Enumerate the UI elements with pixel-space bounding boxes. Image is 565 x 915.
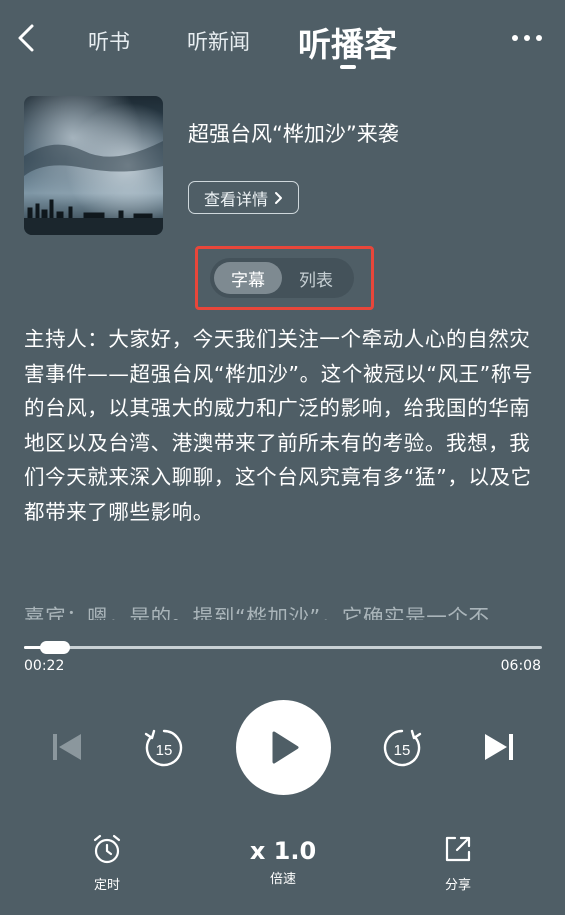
more-options-button[interactable] (512, 33, 552, 43)
share-label: 分享 (444, 878, 471, 893)
episode-cover-image (24, 96, 163, 235)
rewind-15-icon: 15 (144, 729, 183, 767)
back-arrow-icon (18, 24, 34, 52)
back-button[interactable] (12, 20, 42, 56)
rewind-15-button[interactable]: 15 (140, 724, 188, 772)
speed-label: 倍速 (269, 872, 296, 887)
more-dot-icon (524, 35, 530, 41)
speed-value: x 1.0 (249, 837, 317, 865)
total-time: 06:08 (500, 658, 541, 674)
skip-previous-icon (53, 734, 81, 760)
transcript-next: 嘉宾：嗯，是的。提到“桦加沙”，它确实是一个不 (24, 605, 490, 620)
podcast-player-screen: 听书 听新闻 听播客 超强台风“桦加沙”来袭 查看详情 字幕 列表 主持人：大家… (0, 0, 565, 915)
progress-thumb[interactable] (40, 641, 71, 654)
more-dot-icon (536, 35, 542, 41)
rewind-seconds: 15 (156, 742, 173, 759)
forward-15-icon: 15 (383, 729, 422, 767)
transcript-current: 主持人：大家好，今天我们关注一个牵动人心的自然灾害事件——超强台风“桦加沙”。这… (24, 327, 534, 524)
alarm-clock-icon (93, 834, 121, 864)
tab-audiobook[interactable]: 听书 (88, 26, 130, 56)
view-details-label: 查看详情 (204, 189, 269, 209)
share-button[interactable]: 分享 (418, 832, 498, 893)
forward-15-button[interactable]: 15 (378, 724, 426, 772)
skip-next-icon (485, 734, 513, 760)
play-button[interactable] (236, 700, 331, 795)
toggle-subtitles[interactable]: 字幕 (214, 262, 282, 294)
toggle-list[interactable]: 列表 (282, 262, 350, 294)
active-tab-indicator (340, 65, 356, 69)
share-icon (445, 836, 471, 862)
chevron-right-icon (275, 191, 283, 204)
play-icon (272, 731, 299, 764)
playback-speed-button[interactable]: x 1.0 倍速 (243, 836, 323, 887)
progress-track[interactable] (24, 646, 542, 649)
next-button[interactable] (482, 730, 516, 764)
previous-button[interactable] (50, 730, 84, 764)
tab-news[interactable]: 听新闻 (187, 26, 250, 56)
tab-podcast[interactable]: 听播客 (298, 18, 397, 66)
sleep-timer-button[interactable]: 定时 (67, 832, 147, 893)
view-mode-toggle: 字幕 列表 (210, 258, 354, 298)
episode-title: 超强台风“桦加沙”来袭 (188, 122, 399, 146)
view-details-button[interactable]: 查看详情 (188, 181, 300, 214)
current-time: 00:22 (24, 658, 65, 674)
more-dot-icon (512, 35, 518, 41)
sleep-timer-label: 定时 (93, 878, 120, 893)
forward-seconds: 15 (394, 742, 411, 759)
